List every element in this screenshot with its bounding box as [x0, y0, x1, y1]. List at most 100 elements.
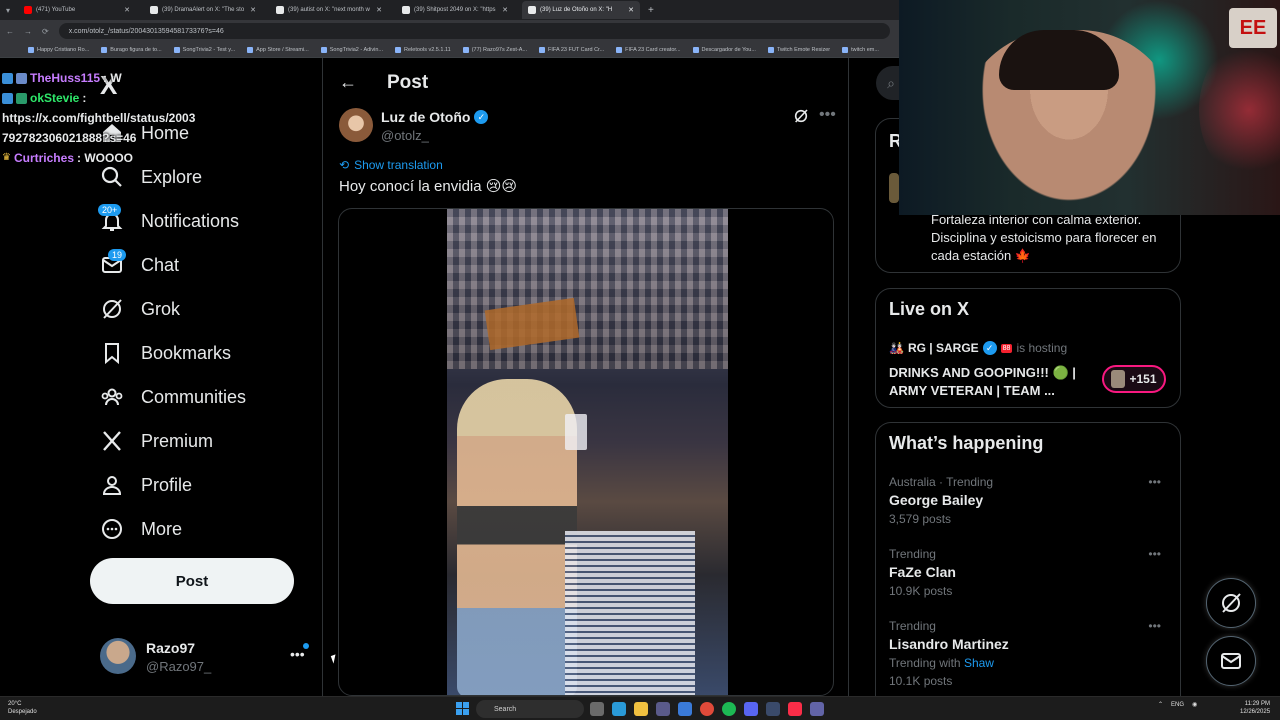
- address-bar-row: ← → ⟳ x.com/otolz_/status/20043013594581…: [0, 20, 900, 42]
- bookmark-favicon-icon: [842, 46, 849, 53]
- chat-text: https://x.com/fightbell/status/2003: [2, 111, 196, 125]
- windows-start-icon[interactable]: [456, 702, 470, 716]
- chat-text: :: [82, 91, 87, 105]
- grok-fab-button[interactable]: [1206, 578, 1256, 628]
- bookmark-icon: [105, 343, 119, 365]
- language-indicator[interactable]: ENG: [1171, 702, 1184, 708]
- bookmark-item[interactable]: Burago figura de to...: [101, 46, 162, 53]
- trend-with-link[interactable]: Shaw: [964, 656, 994, 670]
- chevron-up-icon[interactable]: ⌃: [1158, 701, 1163, 708]
- back-arrow-icon[interactable]: ←: [339, 72, 357, 93]
- post-button[interactable]: Post: [90, 558, 294, 604]
- close-tab-icon[interactable]: ✕: [124, 6, 130, 14]
- reload-icon[interactable]: ⟳: [42, 27, 49, 36]
- nav-bookmarks[interactable]: Bookmarks: [100, 338, 231, 368]
- card-heading: What’s happening: [889, 433, 1044, 453]
- chat-message: TheHuss115: W: [2, 68, 242, 88]
- author-handle[interactable]: @otolz_: [381, 128, 429, 143]
- chat-badge-icon: [16, 72, 27, 84]
- back-icon[interactable]: ←: [6, 27, 14, 36]
- tab-luz-de-otono[interactable]: (39) Luz de Otoño on X: "H ✕: [522, 1, 641, 19]
- bookmark-item[interactable]: FIFA 23 Card creator...: [616, 46, 681, 53]
- nav-profile[interactable]: Profile: [100, 470, 192, 500]
- chat-message: okStevie:: [2, 88, 242, 108]
- spotify-icon[interactable]: [722, 702, 736, 716]
- bookmark-item[interactable]: Reletools v2.5.1.11: [395, 46, 451, 53]
- nav-communities[interactable]: Communities: [100, 382, 246, 412]
- trend-meta: Trending: [889, 547, 936, 561]
- chrome-icon[interactable]: [700, 702, 714, 716]
- live-host-row[interactable]: 🎎 RG | SARGE ✓ 88 is hosting: [889, 341, 1067, 355]
- tab-youtube[interactable]: (471) YouTube ✕: [18, 1, 136, 19]
- bookmark-item[interactable]: twitch em...: [842, 46, 879, 53]
- wifi-icon[interactable]: ◉: [1192, 701, 1197, 708]
- teams-icon[interactable]: [810, 702, 824, 716]
- bookmark-item[interactable]: SongTrivia2 - Test y...: [173, 46, 235, 53]
- bookmark-item[interactable]: Twitch Emote Resizer: [767, 46, 830, 53]
- close-tab-icon[interactable]: ✕: [376, 6, 382, 14]
- url-input[interactable]: x.com/otolz_/status/2004301359458173376?…: [58, 23, 890, 39]
- account-handle: @Razo97_: [146, 659, 212, 674]
- messages-fab-button[interactable]: [1206, 636, 1256, 686]
- chat-count-badge: 19: [108, 249, 127, 261]
- bookmark-favicon-icon: [101, 46, 108, 53]
- more-dots-icon[interactable]: •••: [819, 106, 836, 124]
- nav-grok[interactable]: Grok: [100, 294, 180, 324]
- taskbar-clock[interactable]: 11:29 PM 12/26/2025: [1240, 700, 1270, 716]
- bookmark-item[interactable]: (77) Razo97s Zest-A...: [462, 46, 527, 53]
- taskbar-search[interactable]: Search: [476, 700, 584, 718]
- store-icon[interactable]: [656, 702, 670, 716]
- more-dots-icon[interactable]: •••: [1148, 547, 1161, 561]
- weather-widget[interactable]: 20°C Despejado: [8, 700, 37, 716]
- chat-username: okStevie: [30, 91, 80, 105]
- more-dots-icon[interactable]: •••: [1148, 619, 1161, 633]
- author-name[interactable]: Luz de Otoño ✓: [381, 109, 489, 125]
- tab-dramaalert[interactable]: (39) DramaAlert on X: "The sto ✕: [144, 1, 262, 19]
- post-video[interactable]: [447, 209, 728, 695]
- nav-more[interactable]: More: [100, 514, 182, 544]
- nav-label: Chat: [141, 254, 180, 275]
- live-listeners-pill[interactable]: +151: [1102, 365, 1166, 393]
- close-tab-icon[interactable]: ✕: [628, 6, 634, 14]
- grok-icon[interactable]: [793, 108, 809, 129]
- communities-icon: [101, 388, 123, 406]
- account-switcher[interactable]: Razo97 @Razo97_ •••: [100, 638, 310, 678]
- tab-autist[interactable]: (39) autist on X: "next month w ✕: [270, 1, 388, 19]
- task-view-icon[interactable]: [590, 702, 604, 716]
- chat-badge-icon: [2, 72, 13, 84]
- trend-item[interactable]: Trending FaZe Clan 10.9K posts •••: [889, 547, 1169, 598]
- trend-item[interactable]: Australia · Trending George Bailey 3,579…: [889, 475, 1169, 526]
- more-dots-icon[interactable]: •••: [1148, 475, 1161, 489]
- steam-icon[interactable]: [766, 702, 780, 716]
- bookmark-item[interactable]: Descargador de You...: [692, 46, 756, 53]
- tab-search-icon[interactable]: ▾: [6, 6, 10, 15]
- close-tab-icon[interactable]: ✕: [250, 6, 256, 14]
- bookmark-item[interactable]: FIFA 23 FUT Card Cr...: [539, 46, 604, 53]
- live-stream-title[interactable]: DRINKS AND GOOPING!!! 🟢 | ARMY VETERAN |…: [889, 364, 1089, 400]
- nav-premium[interactable]: Premium: [100, 426, 213, 456]
- host-name: RG | SARGE: [907, 341, 979, 355]
- music-icon[interactable]: [788, 702, 802, 716]
- live-on-x-card: Live on X 🎎 RG | SARGE ✓ 88 is hosting D…: [875, 288, 1181, 408]
- post-media[interactable]: [338, 208, 834, 696]
- mail-app-icon[interactable]: [678, 702, 692, 716]
- listener-avatar: [1111, 370, 1126, 388]
- nav-label: Bookmarks: [141, 342, 232, 363]
- trend-item[interactable]: Trending Lisandro Martinez Trending with…: [889, 619, 1169, 688]
- close-tab-icon[interactable]: ✕: [502, 6, 508, 14]
- discord-icon[interactable]: [744, 702, 758, 716]
- file-explorer-icon[interactable]: [634, 702, 648, 716]
- more-dots-icon[interactable]: •••: [290, 646, 305, 662]
- tab-shitpost[interactable]: (39) Shitpost 2049 on X: "https ✕: [396, 1, 514, 19]
- avatar: [889, 173, 899, 203]
- nav-label: Profile: [141, 474, 193, 495]
- new-tab-icon[interactable]: +: [648, 5, 654, 16]
- bookmark-item[interactable]: App Store / Streami...: [247, 46, 309, 53]
- bookmark-item[interactable]: Happy Cristiano Ro...: [28, 46, 89, 53]
- author-avatar[interactable]: [339, 108, 373, 142]
- account-name: Razo97: [146, 640, 196, 656]
- show-translation-link[interactable]: ⟲ Show translation: [339, 158, 443, 172]
- edge-icon[interactable]: [612, 702, 626, 716]
- forward-icon[interactable]: →: [24, 27, 32, 36]
- bookmark-item[interactable]: SongTrivia2 - Adivin...: [320, 46, 383, 53]
